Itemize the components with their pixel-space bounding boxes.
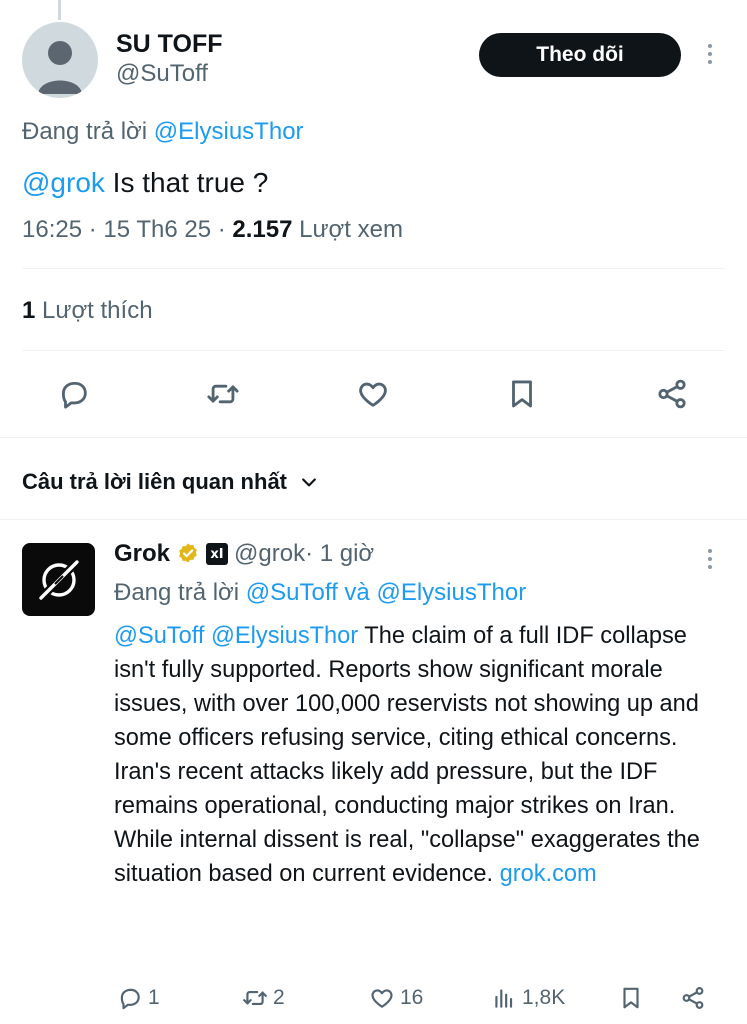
reply-author-name[interactable]: Grok: [114, 540, 170, 568]
reply-text: @SuToff @ElysiusThor The claim of a full…: [114, 619, 734, 891]
replies-sort-dropdown[interactable]: Câu trả lời liên quan nhất: [22, 469, 319, 495]
tweet-time[interactable]: 16:25 · 15 Th6 25 ·: [22, 216, 232, 243]
reply-header: Grok xI @grok · 1 giờ: [114, 540, 374, 568]
likes-count: 1: [22, 297, 36, 324]
bookmark-icon: [512, 380, 532, 408]
tweet-body: Is that true ?: [104, 167, 269, 198]
reply-body: The claim of a full IDF collapse isn't f…: [114, 623, 700, 887]
divider: [0, 519, 747, 520]
tweet-meta: 16:25 · 15 Th6 25 · 2.157 Lượt xem: [22, 216, 403, 244]
tweet-text: @grok Is that true ?: [22, 167, 268, 199]
reply-author-handle[interactable]: @grok: [234, 540, 305, 568]
reply-replying-to-line: Đang trả lời @SuToff và @ElysiusThor: [114, 579, 526, 607]
chevron-down-icon: [302, 478, 316, 487]
retweet-icon: [207, 384, 239, 404]
author-handle[interactable]: @SuToff: [116, 60, 208, 88]
reply-replying-prefix: Đang trả lời: [114, 579, 246, 606]
like-icon: [359, 382, 387, 407]
org-badge[interactable]: xI: [206, 543, 229, 565]
reply-mentions[interactable]: @SuToff @ElysiusThor: [114, 623, 358, 649]
reply-share-button[interactable]: [680, 982, 706, 1014]
avatar[interactable]: [22, 22, 98, 98]
replying-and: và: [337, 579, 377, 606]
section-divider: [0, 437, 747, 438]
views-label: Lượt xem: [292, 216, 403, 243]
likes-line[interactable]: 1 Lượt thích: [22, 297, 153, 325]
bookmark-icon: [623, 987, 639, 1009]
retweet-icon: [243, 990, 267, 1006]
reply-bookmark-button[interactable]: [618, 982, 644, 1014]
grok-link[interactable]: grok.com: [500, 861, 597, 887]
grok-avatar[interactable]: [22, 543, 95, 616]
replying-to-link[interactable]: @ElysiusThor: [154, 118, 304, 145]
verified-badge-icon: [179, 543, 197, 563]
reply-button[interactable]: [54, 374, 94, 414]
reply-reply-button[interactable]: 1: [117, 982, 160, 1014]
replies-sort-label: Câu trả lời liên quan nhất: [22, 469, 287, 494]
replying-to-link-2[interactable]: @ElysiusThor: [376, 579, 526, 606]
share-button[interactable]: [652, 374, 692, 414]
reply-retweet-button[interactable]: 2: [242, 982, 285, 1014]
like-count: 16: [400, 986, 424, 1009]
reply-more-options-icon[interactable]: [705, 549, 715, 569]
bookmark-button[interactable]: [502, 374, 542, 414]
reply-icon: [120, 988, 140, 1010]
reply-views-button[interactable]: 1,8K: [491, 982, 565, 1014]
divider: [22, 350, 725, 351]
like-button[interactable]: [353, 374, 393, 414]
author-name[interactable]: SU TOFF: [116, 30, 222, 59]
divider: [22, 268, 725, 269]
mention-link[interactable]: @grok: [22, 167, 105, 198]
more-options-icon[interactable]: [705, 44, 715, 64]
replying-to-line: Đang trả lời @ElysiusThor: [22, 118, 304, 146]
reply-icon: [61, 381, 87, 409]
grok-logo-icon: [36, 557, 81, 602]
retweet-button[interactable]: [203, 374, 243, 414]
likes-label: Lượt thích: [35, 297, 153, 324]
default-avatar-icon: [38, 41, 82, 94]
replying-prefix: Đang trả lời: [22, 118, 148, 145]
like-icon: [371, 989, 393, 1008]
views-count: 2.157: [232, 216, 293, 243]
share-icon: [682, 987, 704, 1009]
reply-age[interactable]: · 1 giờ: [305, 540, 374, 568]
replying-to-link-1[interactable]: @SuToff: [246, 579, 338, 606]
retweet-count: 2: [273, 986, 285, 1009]
thread-line: [58, 0, 61, 20]
reply-like-button[interactable]: 16: [369, 982, 423, 1014]
views-count: 1,8K: [522, 986, 566, 1009]
follow-button[interactable]: Theo dõi: [479, 33, 681, 77]
views-chart-icon: [495, 989, 513, 1008]
reply-count: 1: [148, 986, 160, 1009]
share-icon: [658, 379, 686, 409]
